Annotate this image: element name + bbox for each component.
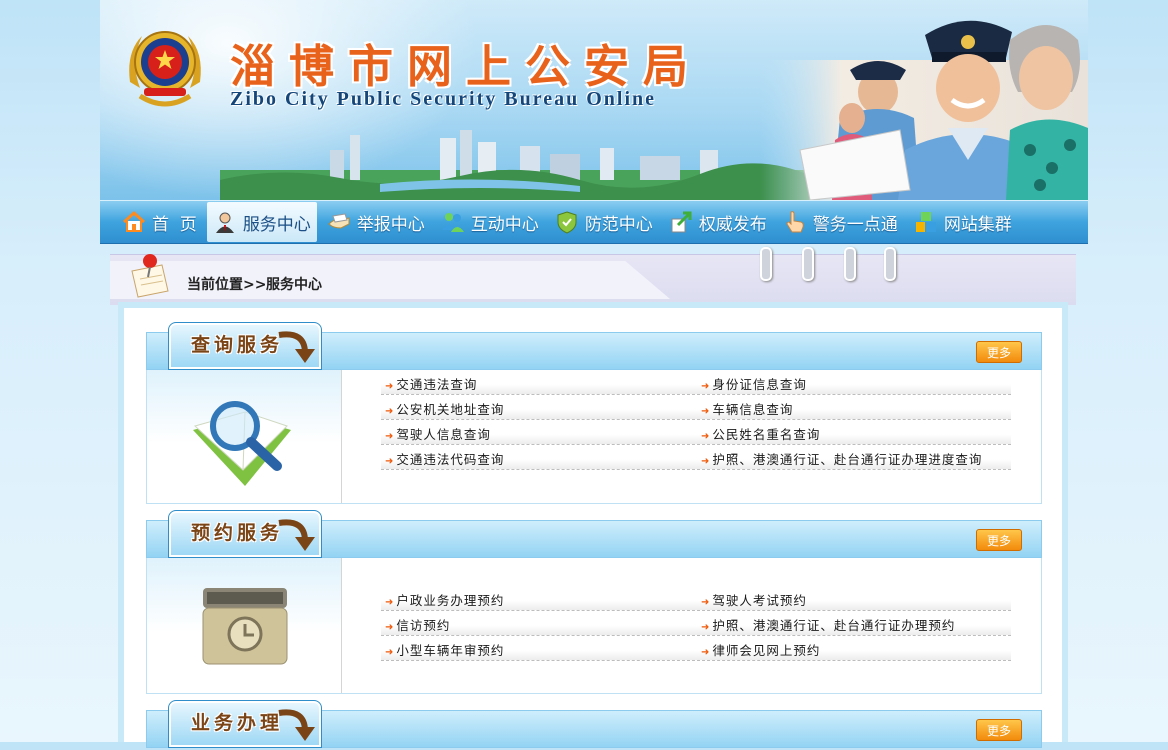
- nav-item-interaction-center[interactable]: 互动中心: [435, 202, 545, 242]
- section-icon-column: [147, 370, 342, 503]
- shield-icon: [557, 211, 577, 234]
- nav-item-prevention-center[interactable]: 防范中心: [549, 202, 659, 242]
- home-icon: [122, 210, 146, 232]
- business-handling-section: 业务办理 更多: [146, 700, 1042, 750]
- blocks-icon: [915, 212, 936, 232]
- police-officers-photo: [760, 20, 1088, 200]
- pointer-icon: [786, 211, 804, 233]
- list-item: ➜ 户政业务办理预约 ➜ 驾驶人考试预约: [381, 586, 1011, 611]
- clock-box-icon: [202, 588, 288, 665]
- arrow-bullet-icon: ➜: [385, 431, 394, 442]
- arrow-bullet-icon: ➜: [385, 456, 394, 467]
- list-item: ➜ 信访预约 ➜ 护照、港澳通行证、赴台通行证办理预约: [381, 611, 1011, 636]
- arrow-bullet-icon: ➜: [701, 431, 710, 442]
- query-service-section: 查询服务 更多 ➜ 交通违法查询 ➜ 身份证信息查询 ➜ 公安机关地址查询 ➜ …: [146, 322, 1042, 504]
- more-button[interactable]: 更多: [976, 341, 1022, 363]
- main-content: 查询服务 更多 ➜ 交通违法查询 ➜ 身份证信息查询 ➜ 公安机关地址查询 ➜ …: [118, 302, 1068, 748]
- curved-arrow-icon: [278, 519, 315, 551]
- arrow-bullet-icon: ➜: [385, 406, 394, 417]
- arrow-bullet-icon: ➜: [701, 597, 710, 608]
- service-link[interactable]: ➜ 身份证信息查询: [701, 374, 807, 393]
- service-link[interactable]: ➜ 律师会见网上预约: [701, 640, 820, 659]
- service-link[interactable]: ➜ 驾驶人考试预约: [701, 590, 807, 609]
- service-link[interactable]: ➜ 小型车辆年审预约: [385, 640, 504, 659]
- arrow-bullet-icon: ➜: [701, 381, 710, 392]
- service-link[interactable]: ➜ 交通违法查询: [385, 374, 477, 393]
- nav-item-label: 服务中心: [242, 214, 311, 235]
- more-button[interactable]: 更多: [976, 529, 1022, 551]
- nav-item-official-release[interactable]: 权威发布: [663, 202, 773, 242]
- nav-item-site-cluster[interactable]: 网站集群: [908, 202, 1018, 242]
- nav-item-report-center[interactable]: 举报中心: [321, 202, 431, 242]
- nav-item-label: 权威发布: [698, 214, 767, 235]
- nav-item-service-center[interactable]: 服务中心: [206, 202, 317, 242]
- arrow-bullet-icon: ➜: [385, 381, 394, 392]
- arrow-bullet-icon: ➜: [701, 647, 710, 658]
- service-link[interactable]: ➜ 户政业务办理预约: [385, 590, 504, 609]
- curved-arrow-icon: [278, 709, 315, 741]
- section-tab: 查询服务: [168, 322, 322, 370]
- binder-ring: [884, 247, 896, 281]
- nav-item-label: 举报中心: [356, 214, 425, 235]
- breadcrumb-label: 当前位置>>: [187, 277, 267, 293]
- section-tab: 业务办理: [168, 700, 322, 748]
- appointment-service-section: 预约服务 更多 ➜ 户政业务办理预约 ➜ 驾驶人考试预约 ➜ 信访预约 ➜ 护照…: [146, 510, 1042, 694]
- list-item: ➜ 交通违法代码查询 ➜ 护照、港澳通行证、赴台通行证办理进度查询: [381, 445, 1011, 470]
- list-item: ➜ 公安机关地址查询 ➜ 车辆信息查询: [381, 395, 1011, 420]
- breadcrumb: 当前位置>> 服务中心: [110, 247, 1076, 305]
- section-title: 预约服务: [191, 522, 284, 544]
- main-nav: 首 页 服务中心 举报中心 互动中心 防范中心 权威发布 警务一点通 网站集群: [100, 200, 1088, 244]
- arrow-bullet-icon: ➜: [701, 456, 710, 467]
- service-link[interactable]: ➜ 公民姓名重名查询: [701, 424, 820, 443]
- arrow-bullet-icon: ➜: [701, 406, 710, 417]
- arrow-bullet-icon: ➜: [385, 622, 394, 633]
- nav-item-label: 网站集群: [943, 214, 1012, 235]
- site-subtitle-english: Zibo City Public Security Bureau Online: [230, 88, 656, 110]
- section-body: ➜ 交通违法查询 ➜ 身份证信息查询 ➜ 公安机关地址查询 ➜ 车辆信息查询 ➜ 驾驶人信…: [146, 370, 1042, 504]
- nav-item-label: 互动中心: [470, 214, 539, 235]
- binder-ring: [844, 247, 856, 281]
- curved-arrow-icon: [278, 331, 315, 363]
- nav-item-label: 警务一点通: [812, 214, 898, 235]
- service-link[interactable]: ➜ 车辆信息查询: [701, 399, 793, 418]
- binder-ring: [760, 247, 772, 281]
- section-title: 查询服务: [191, 334, 284, 356]
- section-icon-column: [147, 558, 342, 693]
- service-link[interactable]: ➜ 信访预约: [385, 615, 450, 634]
- police-emblem-icon: [129, 31, 201, 107]
- service-link[interactable]: ➜ 护照、港澳通行证、赴台通行证办理进度查询: [701, 449, 982, 468]
- people-icon: [441, 213, 464, 232]
- report-hand-icon: [328, 213, 350, 229]
- service-link[interactable]: ➜ 护照、港澳通行证、赴台通行证办理预约: [701, 615, 955, 634]
- section-tab: 预约服务: [168, 510, 322, 558]
- list-item: ➜ 驾驶人信息查询 ➜ 公民姓名重名查询: [381, 420, 1011, 445]
- arrow-bullet-icon: ➜: [385, 647, 394, 658]
- binder-ring: [802, 247, 814, 281]
- nav-item-label: 首 页: [152, 214, 197, 235]
- publish-icon: [671, 211, 692, 233]
- service-link[interactable]: ➜ 公安机关地址查询: [385, 399, 504, 418]
- more-button[interactable]: 更多: [976, 719, 1022, 741]
- list-item: ➜ 交通违法查询 ➜ 身份证信息查询: [381, 370, 1011, 395]
- nav-item-home[interactable]: 首 页: [116, 202, 203, 242]
- site-header: 淄博市网上公安局 Zibo City Public Security Burea…: [100, 0, 1088, 200]
- service-link[interactable]: ➜ 交通违法代码查询: [385, 449, 504, 468]
- arrow-bullet-icon: ➜: [385, 597, 394, 608]
- pushpin-note-icon: [131, 254, 169, 298]
- nav-item-label: 防范中心: [584, 214, 653, 235]
- service-link[interactable]: ➜ 驾驶人信息查询: [385, 424, 491, 443]
- service-person-icon: [215, 212, 234, 233]
- nav-item-police-service[interactable]: 警务一点通: [777, 202, 904, 242]
- breadcrumb-current: 服务中心: [266, 277, 322, 293]
- section-body: ➜ 户政业务办理预约 ➜ 驾驶人考试预约 ➜ 信访预约 ➜ 护照、港澳通行证、赴台通行证…: [146, 558, 1042, 694]
- magnifier-book-icon: [193, 401, 291, 486]
- arrow-bullet-icon: ➜: [701, 622, 710, 633]
- site-title: 淄博市网上公安局: [230, 40, 703, 93]
- list-item: ➜ 小型车辆年审预约 ➜ 律师会见网上预约: [381, 636, 1011, 661]
- section-title: 业务办理: [191, 712, 284, 734]
